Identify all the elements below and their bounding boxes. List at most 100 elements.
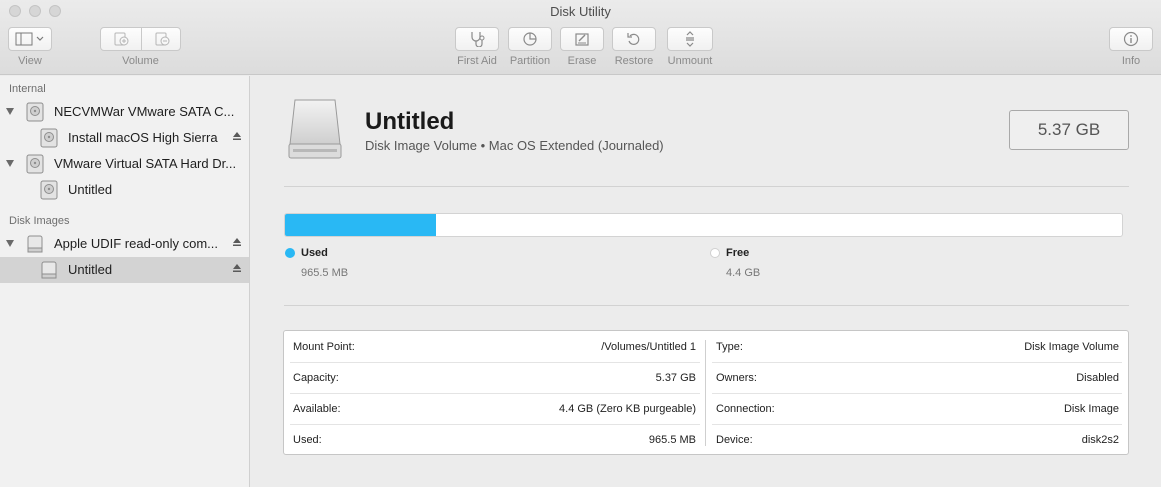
sidebar-item-untitled-image[interactable]: Untitled [0, 257, 249, 283]
toolbar: Disk Utility View Volume First Aid Parti… [0, 0, 1161, 75]
info-row-device: Device: disk2s2 [707, 424, 1128, 455]
free-legend-label: Free [726, 247, 750, 259]
sidebar-item-vmware-disk[interactable]: VMware Virtual SATA Hard Dr... [0, 151, 249, 177]
row-separator [290, 424, 700, 425]
info-key: Mount Point: [293, 341, 355, 353]
row-separator [290, 362, 700, 363]
sidebar-item-necvmwar-disk[interactable]: NECVMWar VMware SATA C... [0, 99, 249, 125]
used-legend-label: Used [301, 247, 328, 259]
window-title: Disk Utility [550, 4, 611, 19]
column-divider [705, 340, 706, 446]
row-separator [712, 362, 1122, 363]
volume-segmented-control [100, 27, 181, 51]
info-value: 965.5 MB [648, 434, 696, 446]
remove-volume-button[interactable] [142, 28, 181, 50]
info-row-used: Used: 965.5 MB [284, 424, 705, 455]
disclosure-triangle-icon[interactable] [6, 108, 14, 115]
info-key: Used: [293, 434, 322, 446]
info-button[interactable] [1109, 27, 1153, 51]
used-color-dot [285, 248, 295, 258]
info-key: Capacity: [293, 372, 339, 384]
disk-image-volume-icon [41, 261, 57, 279]
info-value: Disk Image [1063, 403, 1119, 415]
eject-icon[interactable] [232, 237, 242, 247]
disclosure-triangle-icon[interactable] [6, 240, 14, 247]
sidebar-item-apple-udif[interactable]: Apple UDIF read-only com... [0, 231, 249, 257]
info-key: Available: [293, 403, 341, 415]
unmount-label: Unmount [667, 55, 713, 67]
free-legend-value: 4.4 GB [726, 267, 761, 279]
info-value: /Volumes/Untitled 1 [601, 341, 696, 353]
eject-icon[interactable] [232, 131, 242, 141]
info-label: Info [1121, 55, 1141, 67]
erase-label: Erase [567, 55, 597, 67]
info-row-owners: Owners: Disabled [707, 362, 1128, 393]
sidebar-item-label: VMware Virtual SATA Hard Dr... [54, 156, 237, 171]
info-value: 4.4 GB (Zero KB purgeable) [559, 403, 696, 415]
restore-button[interactable] [612, 27, 656, 51]
partition-label: Partition [509, 55, 551, 67]
restore-icon [627, 33, 640, 45]
sidebar-section-disk-images: Disk Images [9, 215, 70, 227]
partition-icon [523, 32, 537, 46]
info-row-available: Available: 4.4 GB (Zero KB purgeable) [284, 393, 705, 424]
eject-icon[interactable] [232, 263, 242, 273]
used-legend-value: 965.5 MB [301, 267, 349, 279]
info-value: disk2s2 [1081, 434, 1119, 446]
internal-disk-icon [26, 154, 44, 174]
info-row-capacity: Capacity: 5.37 GB [284, 362, 705, 393]
unmount-icon [686, 31, 694, 47]
erase-button[interactable] [560, 27, 604, 51]
erase-icon [575, 33, 589, 46]
stethoscope-icon [471, 32, 485, 47]
info-icon [1123, 31, 1139, 47]
volume-name: Untitled [365, 108, 455, 135]
free-color-dot [710, 248, 720, 258]
disk-utility-window: Disk Utility View Volume First Aid Parti… [0, 0, 1161, 487]
disk-image-icon [27, 235, 43, 253]
volume-size-badge: 5.37 GB [1009, 110, 1129, 150]
usage-bar-used-segment [285, 214, 436, 236]
divider [284, 305, 1129, 306]
info-value: Disabled [1076, 372, 1119, 384]
view-button[interactable] [8, 27, 52, 51]
volume-description: Disk Image Volume • Mac OS Extended (Jou… [365, 138, 664, 153]
sidebar: Internal NECVMWar VMware SATA C... Insta… [0, 76, 250, 487]
sidebar-item-label: Install macOS High Sierra [68, 130, 218, 145]
volume-label: Volume [122, 55, 159, 67]
add-volume-button[interactable] [101, 28, 141, 50]
disk-image-large-icon [288, 99, 342, 159]
unmount-button[interactable] [667, 27, 713, 51]
disclosure-triangle-icon[interactable] [6, 160, 14, 167]
partition-button[interactable] [508, 27, 552, 51]
info-row-type: Type: Disk Image Volume [707, 331, 1128, 362]
restore-label: Restore [614, 55, 654, 67]
info-key: Owners: [716, 372, 757, 384]
volume-info-table: Mount Point: /Volumes/Untitled 1 Capacit… [283, 330, 1129, 455]
info-key: Device: [716, 434, 753, 446]
info-key: Connection: [716, 403, 775, 415]
info-value: Disk Image Volume [1024, 341, 1119, 353]
sidebar-item-label: NECVMWar VMware SATA C... [54, 104, 235, 119]
info-value: 5.37 GB [655, 372, 696, 384]
sidebar-view-icon [15, 32, 44, 46]
view-label: View [18, 55, 42, 67]
remove-volume-icon [155, 32, 169, 46]
sidebar-section-internal: Internal [9, 83, 46, 95]
sidebar-item-label: Untitled [68, 182, 113, 197]
volume-details-panel: Untitled Disk Image Volume • Mac OS Exte… [251, 76, 1161, 487]
volume-disk-icon [40, 180, 58, 200]
sidebar-item-label: Apple UDIF read-only com... [54, 236, 219, 251]
info-key: Type: [716, 341, 743, 353]
first-aid-button[interactable] [455, 27, 499, 51]
add-volume-icon [114, 32, 129, 46]
sidebar-item-untitled-internal[interactable]: Untitled [0, 177, 249, 203]
usage-bar [284, 213, 1123, 237]
sidebar-item-install-macos[interactable]: Install macOS High Sierra [0, 125, 249, 151]
internal-disk-icon [26, 102, 44, 122]
volume-disk-icon [40, 128, 58, 148]
sidebar-item-label: Untitled [68, 262, 113, 277]
row-separator [290, 393, 700, 394]
info-row-connection: Connection: Disk Image [707, 393, 1128, 424]
row-separator [712, 393, 1122, 394]
